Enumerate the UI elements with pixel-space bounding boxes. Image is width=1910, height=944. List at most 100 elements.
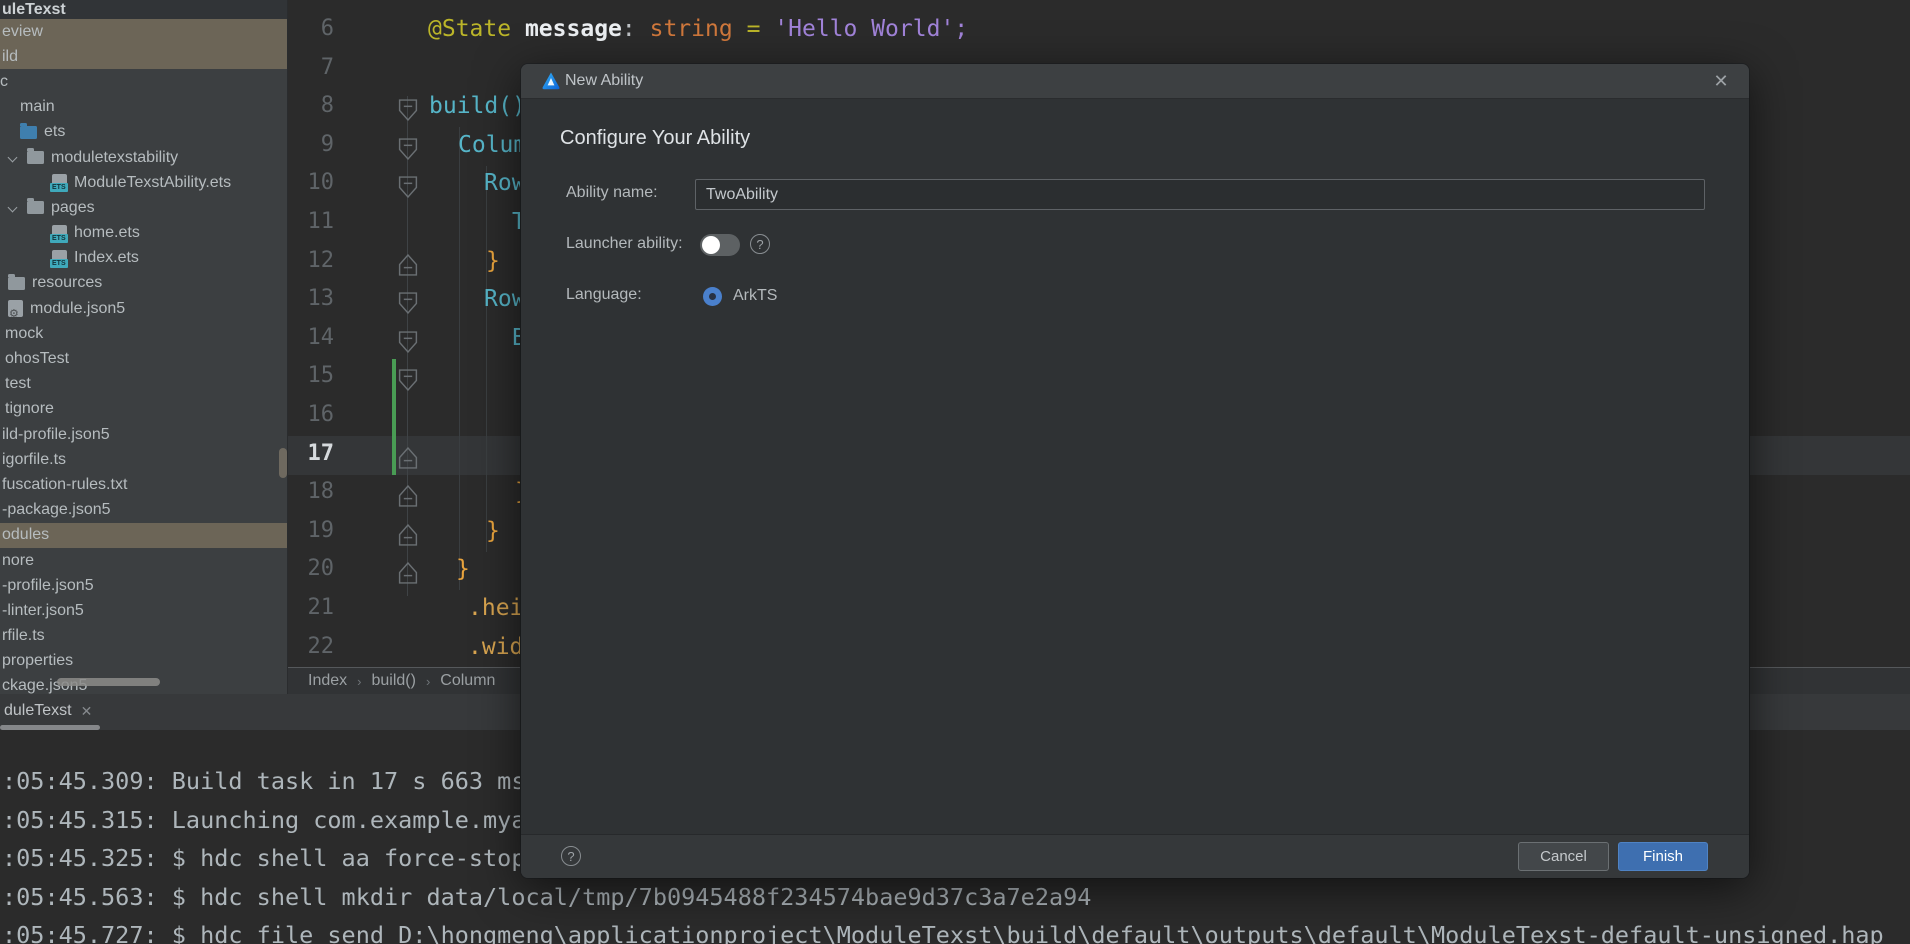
breadcrumb-item-column[interactable]: Column <box>440 672 495 690</box>
line-number: 22 <box>307 633 335 659</box>
line-number: 10 <box>307 170 335 196</box>
fold-start-icon[interactable] <box>398 172 418 199</box>
folder-icon <box>8 273 25 290</box>
fold-start-icon[interactable] <box>398 95 418 122</box>
tree-item-home-ets[interactable]: home.ets <box>0 221 287 246</box>
tree-item-c[interactable]: c <box>0 69 287 94</box>
run-tab-moduletexst[interactable]: duleTexst ✕ <box>0 696 100 726</box>
tree-item-rfile-ts[interactable]: rfile.ts <box>0 624 287 649</box>
code-text: build() <box>429 93 526 120</box>
dialog-close-icon[interactable]: ✕ <box>1707 67 1735 95</box>
tree-item-label: properties <box>2 652 74 670</box>
code-text: } <box>486 517 500 544</box>
tree-item-ild[interactable]: ild <box>0 44 287 70</box>
tree-item-label: ild-profile.json5 <box>2 425 110 443</box>
tree-item-index-ets[interactable]: Index.ets <box>0 246 287 271</box>
tree-item-label: igorfile.ts <box>2 450 67 468</box>
launcher-help-icon[interactable]: ? <box>750 234 770 254</box>
tree-item-resources[interactable]: resources <box>0 271 287 296</box>
tree-item-label: resources <box>32 274 103 292</box>
close-icon[interactable]: ✕ <box>81 703 93 720</box>
tree-item-label: main <box>20 98 55 116</box>
tree-item-label: ohosTest <box>5 350 70 368</box>
tree-item-label: ild <box>2 47 19 65</box>
fold-start-icon[interactable] <box>398 288 418 315</box>
line-number: 12 <box>307 247 335 273</box>
line-number: 17 <box>307 440 335 466</box>
folder-icon <box>27 148 44 165</box>
launcher-ability-label: Launcher ability: <box>566 235 683 252</box>
fold-start-icon[interactable] <box>398 134 418 160</box>
tree-item-label: mock <box>5 324 44 342</box>
tree-item-ild-profile-json5[interactable]: ild-profile.json5 <box>0 422 287 447</box>
tree-item-fuscation-rules-txt[interactable]: fuscation-rules.txt <box>0 472 287 497</box>
tree-item-nore[interactable]: nore <box>0 548 287 573</box>
arkts-radio-label: ArkTS <box>733 287 778 304</box>
console-line: :05:45.563: $ hdc shell mkdir data/local… <box>2 882 1092 911</box>
tree-item-moduletexstability-ets[interactable]: ModuleTexstAbility.ets <box>0 170 287 195</box>
line-number: 20 <box>307 556 335 582</box>
tree-item-main[interactable]: main <box>0 95 287 120</box>
tree-item-label: tignore <box>5 400 54 418</box>
tree-item-test[interactable]: test <box>0 372 287 397</box>
chevron-down-icon[interactable] <box>8 153 18 163</box>
breadcrumb-item-build-[interactable]: build() <box>371 672 415 690</box>
fold-end-icon[interactable] <box>398 250 418 276</box>
ets-file-icon <box>50 224 68 243</box>
tree-item-tignore[interactable]: tignore <box>0 397 287 422</box>
fold-end-icon[interactable] <box>398 443 418 469</box>
line-number: 13 <box>307 286 335 312</box>
fold-end-icon[interactable] <box>398 520 418 546</box>
fold-start-icon[interactable] <box>398 327 418 353</box>
fold-end-icon[interactable] <box>398 558 418 584</box>
dialog-heading: Configure Your Ability <box>560 127 751 149</box>
radio-dot <box>709 293 716 300</box>
dialog-title: New Ability <box>565 72 644 89</box>
code-text: } <box>486 247 500 274</box>
fold-start-icon[interactable] <box>398 365 418 392</box>
cancel-button[interactable]: Cancel <box>1518 842 1609 871</box>
tree-header: uleTexst <box>0 0 287 19</box>
tree-item--profile-json5[interactable]: -profile.json5 <box>0 573 287 598</box>
tree-item-label: ets <box>44 123 66 141</box>
folder-icon <box>20 122 37 139</box>
tree-item-mock[interactable]: mock <box>0 321 287 346</box>
tree-item-properties[interactable]: properties <box>0 649 287 674</box>
tree-item-module-json5[interactable]: module.json5 <box>0 296 287 321</box>
finish-button[interactable]: Finish <box>1618 842 1708 871</box>
tree-item-label: moduletexstability <box>51 148 179 166</box>
ability-name-input[interactable] <box>695 179 1705 210</box>
tree-item-label: module.json5 <box>30 299 126 317</box>
console-line: :05:45.727: $ hdc file send D:\hongmeng\… <box>2 921 1884 944</box>
line-number: 15 <box>307 363 335 389</box>
tree-item-label: Index.ets <box>74 249 139 267</box>
project-tree-panel: uleTexst eview ild c main ets moduletexstabili… <box>0 0 288 694</box>
tree-item-odules[interactable]: odules <box>0 522 287 548</box>
tree-item--package-json5[interactable]: -package.json5 <box>0 498 287 523</box>
tree-item-ohostest[interactable]: ohosTest <box>0 346 287 371</box>
tree-item-ets[interactable]: ets <box>0 120 287 145</box>
breadcrumb-item-index[interactable]: Index <box>308 672 347 690</box>
code-line-6[interactable]: 6 @State message: string = 'Hello World'; <box>288 10 1910 49</box>
fold-end-icon[interactable] <box>398 481 418 507</box>
tree-item-pages[interactable]: pages <box>0 195 287 220</box>
tree-vertical-scrollbar[interactable] <box>279 448 287 478</box>
tree-item-label: c <box>0 72 8 90</box>
tree-item-label: nore <box>2 551 35 569</box>
chevron-down-icon[interactable] <box>8 203 18 213</box>
line-number: 6 <box>320 16 334 41</box>
breadcrumb-separator-icon: › <box>425 673 431 689</box>
tree-item-label: eview <box>2 22 43 40</box>
tree-horizontal-scrollbar[interactable] <box>57 678 160 686</box>
tree-item-igorfile-ts[interactable]: igorfile.ts <box>0 447 287 472</box>
breadcrumb-separator-icon: › <box>357 673 362 689</box>
tree-item-eview[interactable]: eview <box>0 19 287 45</box>
deveco-logo-icon <box>542 72 560 90</box>
ets-file-icon <box>50 174 68 193</box>
toggle-knob <box>702 236 720 254</box>
arkts-radio[interactable] <box>703 287 722 306</box>
dialog-help-icon[interactable]: ? <box>561 846 581 866</box>
tree-item--linter-json5[interactable]: -linter.json5 <box>0 598 287 623</box>
tree-item-moduletexstability[interactable]: moduletexstability <box>0 145 287 170</box>
launcher-ability-toggle[interactable] <box>700 234 740 256</box>
